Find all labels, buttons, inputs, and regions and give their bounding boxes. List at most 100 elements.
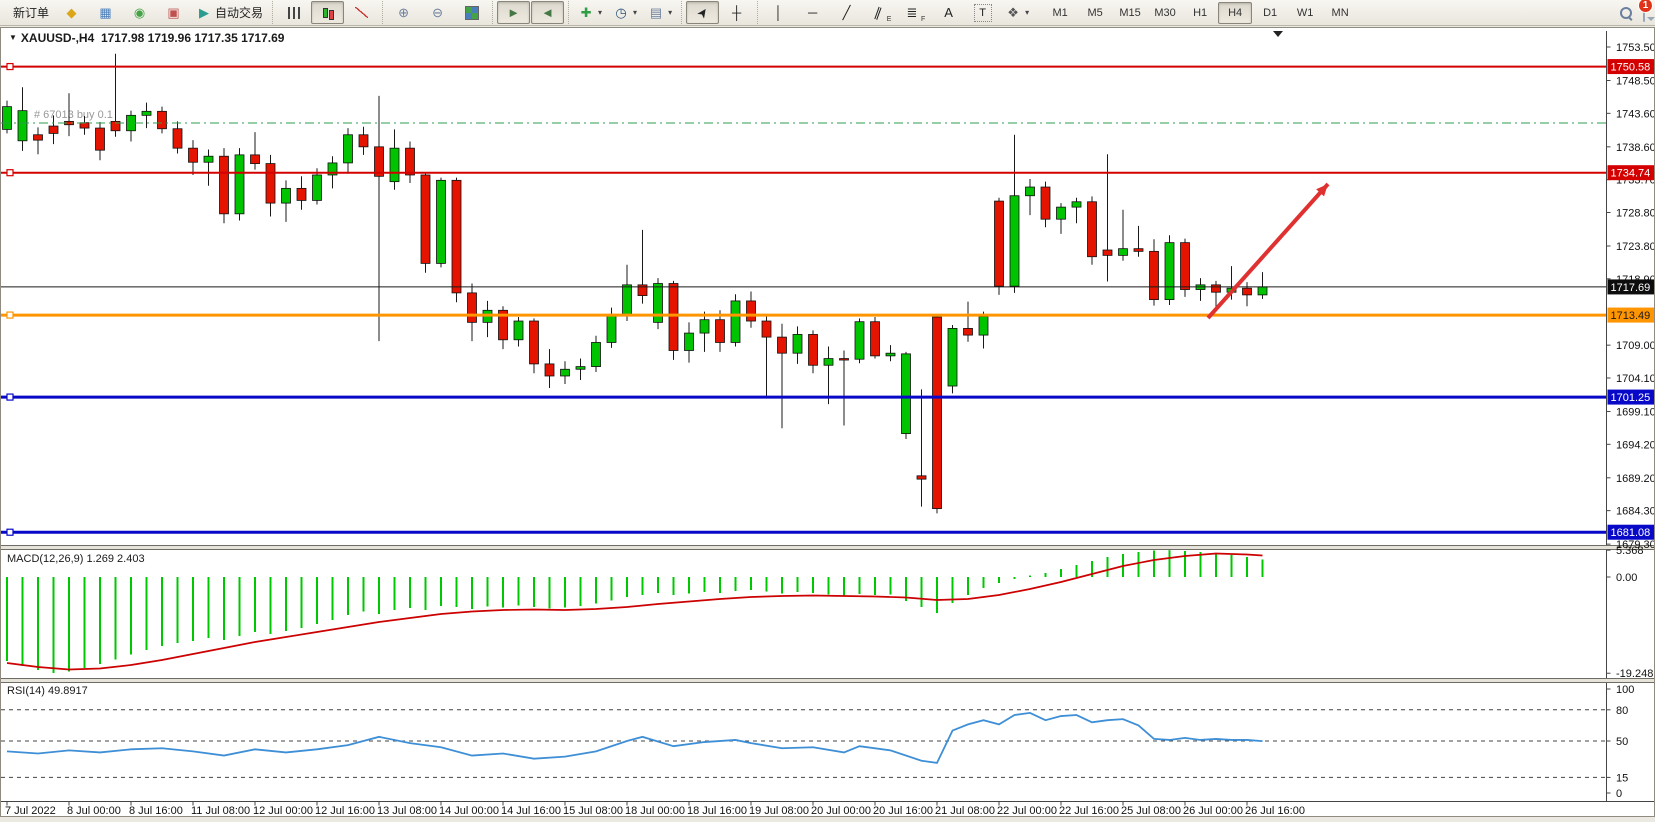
price-tick-label: 1684.30	[1616, 506, 1654, 518]
candle	[1134, 249, 1143, 252]
timeframe-mn[interactable]: MN	[1323, 2, 1357, 24]
toolbar: 新订单◆▦◉▣▶自动交易⊕⊖►◄✚▾◷▾▤▾➤┼│─╱∥E≣FAT❖▾ M1M5…	[0, 0, 1655, 26]
collapse-triangle-icon[interactable]: ▼	[9, 33, 17, 42]
new-order-button[interactable]: 新订单	[8, 1, 54, 24]
timeframe-m5[interactable]: M5	[1078, 2, 1112, 24]
pane-divider[interactable]	[1, 546, 1654, 550]
trendline-icon[interactable]: ╱	[830, 1, 863, 24]
zoom-in-icon-glyph: ⊕	[396, 5, 412, 21]
dropdown-caret-icon[interactable]: ▾	[1025, 8, 1029, 17]
indicators-icon[interactable]: ✚▾	[573, 1, 607, 24]
text-icon[interactable]: A	[932, 1, 965, 24]
line-handle[interactable]	[7, 170, 13, 176]
signals-icon[interactable]: ◉	[123, 1, 156, 24]
candle	[1072, 202, 1081, 207]
candle	[576, 367, 585, 370]
chart-publish-icon-glyph: ▦	[98, 5, 114, 21]
line-handle[interactable]	[7, 64, 13, 70]
timeframe-group: M1M5M15M30H1H4D1W1MN	[1039, 2, 1361, 24]
templates-icon-glyph: ▤	[648, 5, 664, 21]
candle	[948, 328, 957, 386]
candle	[592, 342, 601, 366]
candle	[313, 175, 322, 200]
candle	[468, 293, 477, 322]
autotrade-button[interactable]: ▶自动交易	[191, 1, 268, 24]
timeframe-m15[interactable]: M15	[1113, 2, 1147, 24]
price-tick-label: 1738.60	[1616, 142, 1654, 154]
rsi-scale-label: 0	[1616, 788, 1622, 800]
candle	[700, 320, 709, 333]
time-tick-label: 7 Jul 2022	[5, 805, 56, 816]
fibonacci-icon[interactable]: ≣F	[898, 1, 931, 24]
candle	[964, 328, 973, 335]
pane-divider[interactable]	[1, 679, 1654, 683]
zoom-out-icon[interactable]: ⊖	[421, 1, 454, 24]
autotrade-button-label: 自动交易	[215, 4, 263, 21]
bar-chart-icon[interactable]	[277, 1, 310, 24]
chart-publish-icon[interactable]: ▦	[89, 1, 122, 24]
candle	[886, 353, 895, 356]
dropdown-caret-icon[interactable]: ▾	[633, 8, 637, 17]
timeframe-h1[interactable]: H1	[1183, 2, 1217, 24]
tile-windows-icon[interactable]	[455, 1, 488, 24]
candle	[793, 334, 802, 353]
candle	[437, 180, 446, 263]
line-handle[interactable]	[7, 529, 13, 535]
line-handle[interactable]	[7, 312, 13, 318]
signals-icon-glyph: ◉	[132, 5, 148, 21]
line-chart-icon[interactable]	[345, 1, 378, 24]
timeframe-w1[interactable]: W1	[1288, 2, 1322, 24]
toolbar-group	[272, 1, 382, 24]
timeframe-h4[interactable]: H4	[1218, 2, 1252, 24]
vline-icon-glyph: │	[771, 5, 787, 21]
zoom-in-icon[interactable]: ⊕	[387, 1, 420, 24]
search-icon[interactable]	[1619, 6, 1633, 20]
macd-scale-label: 5.368	[1616, 545, 1644, 557]
price-tick-label: 1694.20	[1616, 439, 1654, 451]
candle	[406, 148, 415, 175]
label-icon[interactable]: T	[966, 1, 999, 24]
candle	[716, 320, 725, 343]
chart-shift-icon[interactable]: ◄	[531, 1, 564, 24]
candle	[1212, 285, 1221, 292]
price-badge-label: 1717.69	[1611, 282, 1651, 294]
timeframe-m30[interactable]: M30	[1148, 2, 1182, 24]
timeframe-d1[interactable]: D1	[1253, 2, 1287, 24]
candle	[731, 301, 740, 343]
chart-shift-icon-glyph: ◄	[540, 5, 556, 21]
candlestick-chart-icon[interactable]	[311, 1, 344, 24]
dropdown-caret-icon[interactable]: ▾	[668, 8, 672, 17]
ticket-icon[interactable]: ◆	[55, 1, 88, 24]
hline-icon[interactable]: ─	[796, 1, 829, 24]
candle	[3, 107, 12, 130]
candle	[1103, 250, 1112, 255]
candle	[173, 129, 182, 148]
time-tick-label: 12 Jul 00:00	[253, 805, 313, 816]
price-tick-label: 1723.80	[1616, 241, 1654, 253]
shapes-icon-glyph: ❖	[1005, 5, 1021, 21]
templates-icon[interactable]: ▤▾	[643, 1, 677, 24]
ohlc-readout: 1717.98 1719.96 1717.35 1717.69	[101, 31, 285, 45]
tile-windows-icon	[465, 6, 479, 20]
rsi-scale-label: 100	[1616, 684, 1634, 696]
trendline-icon-glyph: ╱	[839, 5, 855, 21]
timeframe-m1[interactable]: M1	[1043, 2, 1077, 24]
rsi-label: RSI(14) 49.8917	[7, 685, 88, 697]
channel-icon[interactable]: ∥E	[864, 1, 897, 24]
line-handle[interactable]	[7, 394, 13, 400]
candle	[18, 111, 27, 141]
periods-icon[interactable]: ◷▾	[608, 1, 642, 24]
candle	[1057, 207, 1066, 219]
dropdown-caret-icon[interactable]: ▾	[598, 8, 602, 17]
cursor-icon[interactable]: ➤	[686, 1, 719, 24]
candle	[762, 321, 771, 337]
candle	[1165, 243, 1174, 300]
shapes-icon[interactable]: ❖▾	[1000, 1, 1034, 24]
expert-advisor-icon[interactable]: ▣	[157, 1, 190, 24]
crosshair-icon[interactable]: ┼	[720, 1, 753, 24]
notifications-button[interactable]: 1	[1643, 4, 1645, 22]
price-tick-label: 1704.10	[1616, 373, 1654, 385]
autoscroll-icon[interactable]: ►	[497, 1, 530, 24]
candle	[204, 156, 213, 162]
vline-icon[interactable]: │	[762, 1, 795, 24]
